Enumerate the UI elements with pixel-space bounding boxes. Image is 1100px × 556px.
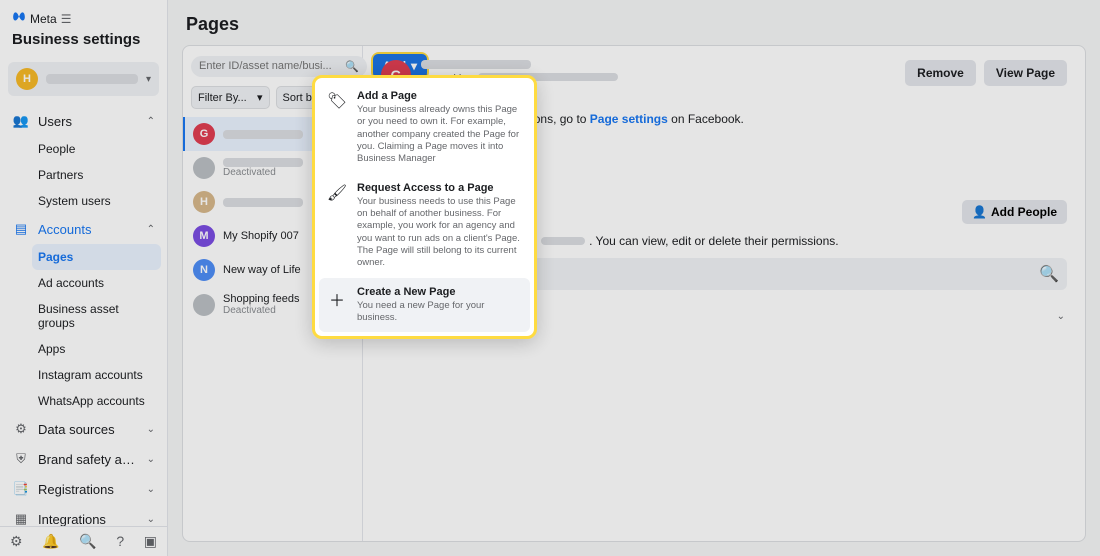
nav-business-asset-groups[interactable]: Business asset groups bbox=[32, 296, 161, 336]
search-icon: 🔍 bbox=[345, 60, 359, 73]
chevron-down-icon: ▾ bbox=[146, 74, 151, 85]
nav-instagram[interactable]: Instagram accounts bbox=[32, 362, 161, 388]
account-avatar: H bbox=[16, 68, 38, 90]
data-sources-icon: ⚙ bbox=[12, 421, 30, 437]
chevron-up-icon: ⌃ bbox=[147, 224, 155, 235]
nav: 👥 Users ⌃ People Partners System users ▤… bbox=[0, 106, 167, 526]
nav-data-sources[interactable]: ⚙ Data sources ⌄ bbox=[6, 414, 161, 444]
brand-label: Meta bbox=[30, 12, 57, 26]
add-dropdown: 🏷 Add a Page Your business already owns th… bbox=[312, 75, 537, 339]
page-name-redacted bbox=[541, 237, 585, 245]
nav-ad-accounts[interactable]: Ad accounts bbox=[32, 270, 161, 296]
book-icon: 📑 bbox=[12, 481, 30, 497]
app-title: Business settings bbox=[12, 31, 155, 48]
list-item-avatar: G bbox=[193, 123, 215, 145]
list-item-avatar bbox=[193, 294, 215, 316]
chevron-up-icon: ⌃ bbox=[147, 116, 155, 127]
nav-apps[interactable]: Apps bbox=[32, 336, 161, 362]
dropdown-item-title: Add a Page bbox=[357, 90, 522, 102]
nav-integrations[interactable]: ▦ Integrations ⌄ bbox=[6, 504, 161, 526]
dropdown-item[interactable]: ＋ Create a New Page You need a new Page fo… bbox=[319, 278, 530, 333]
search-icon: 🔍 bbox=[1039, 264, 1059, 284]
accounts-icon: ▤ bbox=[12, 221, 30, 237]
remove-button[interactable]: Remove bbox=[905, 60, 976, 86]
detail-name-redacted bbox=[421, 60, 531, 69]
page-settings-link[interactable]: Page settings bbox=[590, 112, 668, 126]
account-switcher[interactable]: H ▾ bbox=[8, 62, 159, 96]
dropdown-item-desc: You need a new Page for your business. bbox=[357, 300, 522, 325]
meta-logo-icon bbox=[12, 10, 26, 27]
chevron-down-icon: ⌄ bbox=[147, 514, 155, 525]
search-icon[interactable]: 🔍 bbox=[79, 533, 96, 550]
users-icon: 👥 bbox=[12, 113, 30, 129]
dropdown-item-title: Request Access to a Page bbox=[357, 182, 522, 194]
add-person-icon: 👤 bbox=[972, 205, 987, 219]
grid-icon: ▦ bbox=[12, 511, 30, 526]
nav-pages[interactable]: Pages bbox=[32, 244, 161, 270]
list-item-name-redacted bbox=[223, 198, 303, 207]
list-item-avatar: M bbox=[193, 225, 215, 247]
dropdown-item-desc: Your business already owns this Page or … bbox=[357, 104, 522, 166]
chevron-down-icon: ⌄ bbox=[147, 484, 155, 495]
dropdown-item-title: Create a New Page bbox=[357, 286, 522, 298]
nav-partners[interactable]: Partners bbox=[32, 162, 161, 188]
shield-icon: ⛨ bbox=[12, 451, 30, 467]
collapse-icon[interactable]: ▣ bbox=[144, 533, 157, 550]
bell-icon[interactable]: 🔔 bbox=[42, 533, 59, 550]
list-item-name-redacted bbox=[223, 158, 303, 167]
nav-whatsapp[interactable]: WhatsApp accounts bbox=[32, 388, 161, 414]
nav-registrations[interactable]: 📑 Registrations ⌄ bbox=[6, 474, 161, 504]
pages-search[interactable]: 🔍 bbox=[191, 56, 367, 77]
tag-icon: 🏷 bbox=[327, 91, 347, 166]
filter-button[interactable]: Filter By...▾ bbox=[191, 86, 270, 109]
list-item-avatar: N bbox=[193, 259, 215, 281]
view-page-button[interactable]: View Page bbox=[984, 60, 1067, 86]
chevron-down-icon: ⌄ bbox=[1057, 311, 1065, 322]
add-people-button[interactable]: 👤 Add People bbox=[962, 200, 1067, 224]
dropdown-item-desc: Your business needs to use this Page on … bbox=[357, 196, 522, 270]
sidebar-bottom-tools: ⚙ 🔔 🔍 ? ▣ bbox=[0, 526, 167, 556]
chevron-down-icon: ⌄ bbox=[147, 454, 155, 465]
nav-system-users[interactable]: System users bbox=[32, 188, 161, 214]
nav-users[interactable]: 👥 Users ⌃ bbox=[6, 106, 161, 136]
hamburger-icon[interactable]: ☰ bbox=[61, 12, 72, 26]
pages-search-input[interactable] bbox=[199, 60, 341, 72]
nav-accounts[interactable]: ▤ Accounts ⌃ bbox=[6, 214, 161, 244]
account-name-redacted bbox=[46, 74, 138, 84]
chevron-down-icon: ⌄ bbox=[147, 424, 155, 435]
brush-icon: 🖌 bbox=[327, 183, 347, 270]
list-item-name-redacted bbox=[223, 130, 303, 139]
help-icon[interactable]: ? bbox=[116, 533, 124, 550]
sidebar: Meta ☰ Business settings H ▾ 👥 Users ⌃ P… bbox=[0, 0, 168, 556]
list-item-avatar bbox=[193, 157, 215, 179]
settings-icon[interactable]: ⚙ bbox=[10, 533, 23, 550]
dropdown-item[interactable]: 🖌 Request Access to a Page Your business n… bbox=[319, 174, 530, 278]
plus-icon: ＋ bbox=[327, 287, 347, 325]
page-title: Pages bbox=[168, 0, 1100, 45]
nav-people[interactable]: People bbox=[32, 136, 161, 162]
list-item-avatar: H bbox=[193, 191, 215, 213]
dropdown-item[interactable]: 🏷 Add a Page Your business already owns th… bbox=[319, 82, 530, 174]
nav-brand-safety[interactable]: ⛨ Brand safety and suitabil... ⌄ bbox=[6, 444, 161, 474]
